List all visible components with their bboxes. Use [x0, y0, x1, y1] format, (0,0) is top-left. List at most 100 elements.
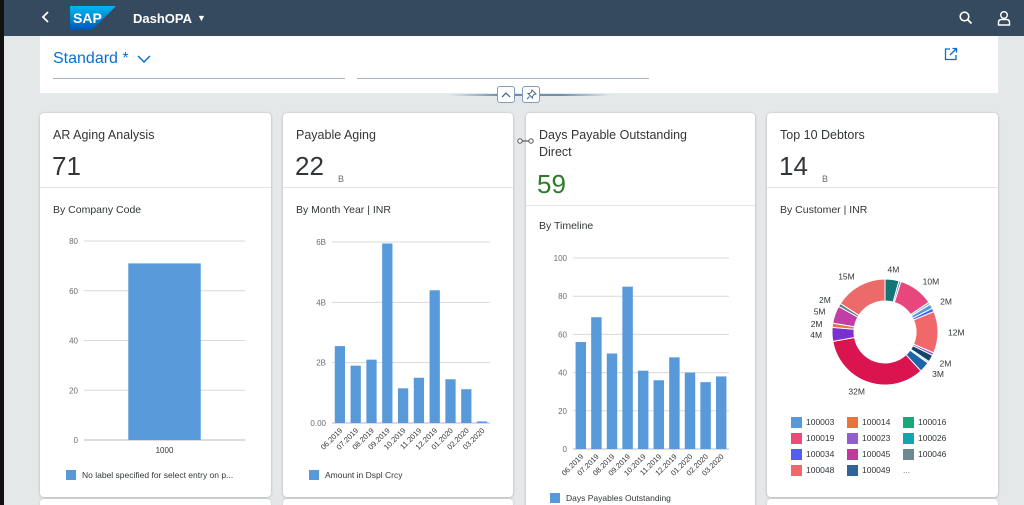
card-header[interactable]: Top 10 Debtors 14 B [767, 113, 998, 188]
bar [429, 290, 440, 423]
y-tick-label: 40 [69, 337, 78, 346]
dpo-bar-chart: 02040608010006.201907.201908.201909.2019… [554, 254, 729, 478]
app-title-menu[interactable]: DashOPA ▼ [133, 11, 206, 26]
legend-swatch [847, 416, 858, 428]
legend-swatch [903, 416, 914, 428]
legend-item[interactable]: 100026 [903, 432, 959, 444]
bar [653, 380, 665, 449]
card-payable-aging[interactable]: Payable Aging 22 B By Month Year | INR 0… [283, 113, 513, 497]
back-button[interactable] [34, 8, 58, 29]
legend-more[interactable]: ... [903, 464, 959, 476]
slice-label: 2M [811, 319, 823, 329]
filter-field-1[interactable] [53, 78, 345, 79]
legend-item[interactable]: 100023 [847, 432, 903, 444]
y-tick-label: 2B [316, 359, 326, 368]
kpi-unit: B [338, 174, 345, 184]
ar-aging-bar-chart: 0 20 40 60 80 1000 [69, 237, 245, 455]
card-title: AR Aging Analysis [53, 128, 155, 142]
y-tick-label: 60 [558, 330, 567, 339]
kpi-value: 59 [537, 169, 566, 199]
app-title: DashOPA [133, 10, 192, 26]
chart-legend: No label specified for select entry on p… [66, 470, 233, 480]
legend-item[interactable]: 100019 [791, 432, 847, 444]
legend-item[interactable]: 100046 [903, 448, 959, 460]
legend-item[interactable]: 100003 [791, 416, 847, 428]
card-subtitle: By Customer | INR [780, 204, 868, 216]
donut-slice [832, 336, 922, 386]
bar [445, 379, 456, 423]
legend-label: No label specified for select entry on p… [82, 470, 234, 480]
y-tick-label: 20 [69, 386, 78, 395]
card-row2-4 [767, 499, 998, 505]
card-subtitle: By Timeline [539, 220, 594, 232]
legend-swatch [791, 464, 802, 476]
legend-item[interactable]: 100048 [791, 464, 847, 476]
bar [128, 263, 201, 440]
user-icon[interactable] [996, 10, 1012, 26]
card-title: Payable Aging [296, 128, 376, 142]
caret-down-icon: ▼ [197, 13, 206, 23]
kpi-value: 14 [779, 151, 808, 181]
share-icon[interactable] [944, 47, 958, 61]
card-title-line1: Days Payable Outstanding [539, 128, 688, 142]
bar [715, 376, 727, 449]
slice-label: 4M [810, 330, 822, 340]
card-days-payable-outstanding[interactable]: Days Payable Outstanding Direct 59 By Ti… [526, 113, 755, 505]
legend-label: 100045 [862, 449, 891, 459]
shell-bar: SAP DashOPA ▼ [4, 0, 1024, 36]
pin-header-button[interactable] [522, 86, 540, 103]
card-header[interactable]: Payable Aging 22 B [283, 113, 513, 188]
legend-label: 100048 [806, 465, 835, 475]
donut-legend: 100003 100014 100016 100019 100023 100026 1000… [791, 416, 959, 476]
y-tick-label: 80 [558, 292, 567, 301]
legend-label: 100026 [918, 433, 947, 443]
slice-label: 10M [923, 277, 940, 287]
x-tick-label: 1000 [156, 446, 174, 455]
bar [575, 342, 587, 449]
slice-label: 2M [819, 295, 831, 305]
legend-item[interactable]: 100045 [847, 448, 903, 460]
legend-item[interactable]: 100014 [847, 416, 903, 428]
y-tick-label: 6B [316, 238, 326, 247]
kpi-value: 22 [295, 151, 324, 181]
bar [397, 388, 409, 423]
resize-handle[interactable] [517, 133, 534, 144]
window-edge [0, 0, 4, 505]
card-header[interactable]: AR Aging Analysis 71 [40, 113, 271, 188]
bar [606, 353, 618, 449]
resize-arrows-icon [517, 138, 534, 144]
variant-selector[interactable]: Standard * [53, 50, 151, 68]
kpi-value: 71 [52, 151, 81, 181]
card-header[interactable]: Days Payable Outstanding Direct 59 [526, 113, 755, 206]
legend-item[interactable]: 100049 [847, 464, 903, 476]
y-tick-label: 0 [563, 445, 568, 454]
y-tick-label: 4B [316, 298, 326, 307]
y-tick-label: 20 [558, 407, 567, 416]
bar [591, 317, 602, 449]
collapse-header-button[interactable] [497, 86, 515, 103]
card-row2-2 [283, 499, 513, 505]
legend-label: 100023 [862, 433, 891, 443]
legend-label: Days Payables Outstanding [566, 493, 671, 503]
legend-label: 100019 [806, 433, 835, 443]
sap-logo-text: SAP [73, 10, 102, 26]
legend-label: 100014 [862, 417, 891, 427]
legend-label: 100046 [918, 449, 947, 459]
sap-logo[interactable]: SAP [70, 6, 116, 30]
search-icon[interactable] [958, 10, 974, 26]
bar [700, 382, 711, 449]
card-title: Top 10 Debtors [780, 128, 865, 142]
legend-item[interactable]: 100016 [903, 416, 959, 428]
filter-field-2[interactable] [357, 78, 649, 79]
chevron-left-icon [41, 10, 49, 23]
legend-swatch [550, 493, 560, 503]
legend-swatch [903, 448, 914, 460]
legend-swatch [903, 432, 914, 444]
legend-swatch [847, 432, 858, 444]
card-ar-aging[interactable]: AR Aging Analysis 71 By Company Code 0 20… [40, 113, 271, 497]
legend-item[interactable]: 100034 [791, 448, 847, 460]
variant-label: Standard * [53, 50, 129, 67]
legend-swatch [309, 470, 319, 480]
kpi-unit: B [822, 174, 829, 184]
bar [476, 421, 488, 423]
